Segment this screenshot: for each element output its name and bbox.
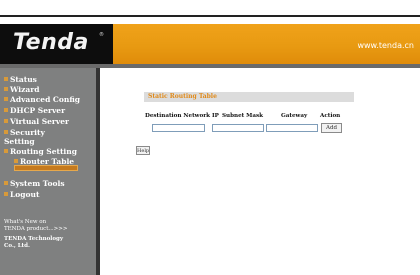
add-button[interactable]: Add <box>321 123 342 133</box>
logo[interactable]: Tenda ® <box>0 24 113 64</box>
sidebar-item-label: Routing Setting <box>10 147 77 156</box>
sidebar-item-wizard[interactable]: Wizard <box>4 85 39 94</box>
sidebar-item-label: Advanced Config <box>10 95 81 104</box>
sidebar-item-status[interactable]: Status <box>4 75 37 84</box>
sidebar-divider <box>96 68 100 275</box>
column-gateway: Gateway <box>281 113 308 119</box>
gateway-input[interactable] <box>266 124 318 132</box>
company-line: TENDA Technology <box>4 236 64 242</box>
bullet-icon <box>14 159 18 163</box>
sidebar-item-dhcp-server[interactable]: DHCP Server <box>4 106 65 115</box>
site-url[interactable]: www.tenda.cn <box>357 41 414 50</box>
subnet-mask-input[interactable] <box>212 124 264 132</box>
news-line: TENDA product...>>> <box>4 226 68 232</box>
sidebar-item-label: Logout <box>10 190 40 199</box>
sidebar-item-label: Virtual Server <box>10 117 69 126</box>
sidebar-item-label-line2: Setting <box>4 137 35 146</box>
column-destination-ip: Destination Network IP <box>145 113 219 119</box>
sidebar-item-system-tools[interactable]: System Tools <box>4 179 65 188</box>
column-subnet-mask: Subnet Mask <box>222 113 264 119</box>
sidebar-item-label: System Tools <box>10 179 65 188</box>
bullet-icon <box>4 130 8 134</box>
selected-submenu-indicator <box>14 165 78 171</box>
registered-mark: ® <box>99 32 104 38</box>
bullet-icon <box>4 149 8 153</box>
bullet-icon <box>4 192 8 196</box>
column-action: Action <box>320 113 341 119</box>
company-name: TENDA Technology Co., Ltd. <box>4 236 63 250</box>
bullet-icon <box>4 97 8 101</box>
destination-ip-input[interactable] <box>152 124 205 132</box>
bullet-icon <box>4 87 8 91</box>
sidebar-item-virtual-server[interactable]: Virtual Server <box>4 117 69 126</box>
sidebar-item-label: DHCP Server <box>10 106 66 115</box>
sidebar-item-security-setting[interactable]: Security <box>4 128 45 137</box>
sidebar-item-routing-setting[interactable]: Routing Setting <box>4 147 77 156</box>
sidebar: Status Wizard Advanced Config DHCP Serve… <box>0 68 96 275</box>
company-line: Co., Ltd. <box>4 243 30 249</box>
sidebar-item-label: Security <box>10 128 45 137</box>
bullet-icon <box>4 181 8 185</box>
panel-title: Static Routing Table <box>148 93 217 100</box>
bullet-icon <box>4 119 8 123</box>
header-banner: Tenda ® www.tenda.cn <box>0 24 420 64</box>
top-divider <box>0 15 420 17</box>
sidebar-item-label: Wizard <box>10 85 40 94</box>
help-button[interactable]: Help <box>136 146 150 155</box>
bullet-icon <box>4 77 8 81</box>
sidebar-item-logout[interactable]: Logout <box>4 190 39 199</box>
logo-text: Tenda <box>13 30 89 55</box>
news-line: What's New on <box>4 219 47 225</box>
sidebar-item-advanced-config[interactable]: Advanced Config <box>4 95 80 104</box>
news-link[interactable]: What's New on TENDA product...>>> <box>4 219 68 233</box>
panel-header: Static Routing Table <box>144 92 354 102</box>
bullet-icon <box>4 108 8 112</box>
sidebar-item-label: Status <box>10 75 37 84</box>
